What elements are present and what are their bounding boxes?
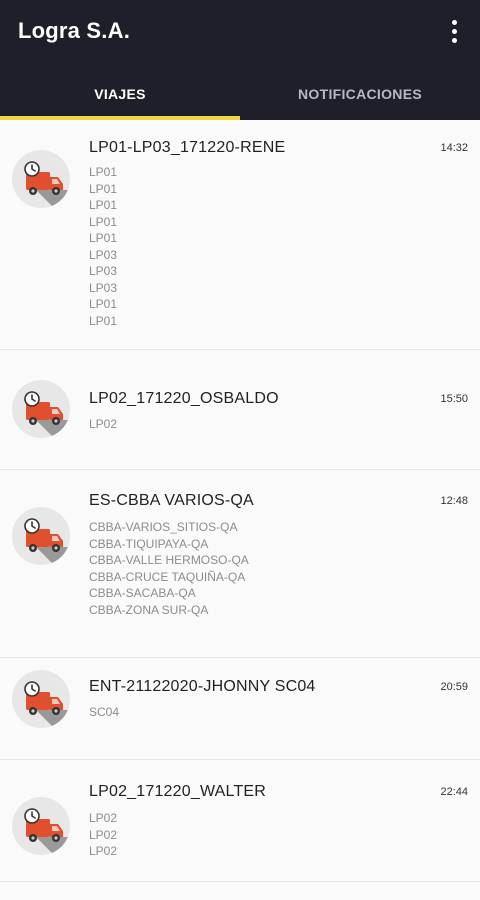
app-title: Logra S.A. <box>18 18 131 43</box>
trip-time: 22:44 <box>440 786 468 798</box>
stop-label: LP02 <box>89 417 118 431</box>
trip-stops: LP01 LP01 LP01 LP01 LP01 LP03 LP03 LP03 … <box>89 164 117 329</box>
stop-label: LP01 <box>89 297 118 311</box>
trip-time: 12:48 <box>440 495 468 507</box>
stop-label: LP01 <box>89 313 118 328</box>
delivery-truck-icon <box>12 797 70 855</box>
tab-notificaciones[interactable]: NOTIFICACIONES <box>240 68 480 120</box>
trip-list-item[interactable]: ENT-21122020-JHONNY SC04 20:59 SC04 <box>0 658 480 760</box>
trip-time: 15:50 <box>440 393 468 405</box>
trip-stops: LP02 LP02 LP02 <box>89 810 117 860</box>
delivery-truck-icon <box>12 150 70 208</box>
stop-label: CBBA-ZONA SUR-QA <box>89 602 209 617</box>
stop-label: CBBA-SACABA-QA <box>89 586 196 600</box>
stop-label: LP01 <box>89 214 118 229</box>
delivery-truck-icon <box>12 380 70 438</box>
stop-label: LP02 <box>89 844 118 858</box>
stop-label: CBBA-CRUCE TAQUIÑA-QA <box>89 569 246 584</box>
stop-label: LP03 <box>89 280 118 295</box>
stop-label: LP01 <box>89 181 118 196</box>
tab-viajes[interactable]: VIAJES <box>0 68 240 120</box>
trip-name: ES-CBBA VARIOS-QA <box>89 492 254 509</box>
trip-list-item[interactable]: LP02_171220_WALTER 22:44 LP02 LP02 LP02 <box>0 760 480 882</box>
stop-label: LP03 <box>89 247 118 262</box>
trip-time: 14:32 <box>440 142 468 154</box>
trip-stops: LP02 <box>89 416 117 433</box>
stop-label: LP02 <box>89 811 118 825</box>
overflow-menu-icon[interactable] <box>442 14 466 48</box>
trip-list-item[interactable]: LP02_171220_OSBALDO 15:50 LP02 <box>0 350 480 470</box>
stop-label: CBBA-TIQUIPAYA-QA <box>89 536 209 551</box>
trip-name: LP02_171220_WALTER <box>89 783 267 800</box>
stop-label: CBBA-VALLE HERMOSO-QA <box>89 553 249 567</box>
trip-name: ENT-21122020-JHONNY SC04 <box>89 678 316 695</box>
trip-stops: CBBA-VARIOS_SITIOS-QA CBBA-TIQUIPAYA-QA … <box>89 519 249 618</box>
trip-list-item[interactable]: ES-CBBA VARIOS-QA 12:48 CBBA-VARIOS_SITI… <box>0 470 480 658</box>
stop-label: LP01 <box>89 231 118 245</box>
trip-list: LP01-LP03_171220-RENE 14:32 LP01 LP01 LP… <box>0 120 480 882</box>
trip-name: LP01-LP03_171220-RENE <box>89 139 286 156</box>
trip-list-item[interactable]: LP01-LP03_171220-RENE 14:32 LP01 LP01 LP… <box>0 120 480 350</box>
stop-label: SC04 <box>89 705 120 719</box>
stop-label: LP02 <box>89 827 118 842</box>
delivery-truck-icon <box>12 670 70 728</box>
trip-stops: SC04 <box>89 704 119 721</box>
trip-time: 20:59 <box>440 681 468 693</box>
trip-name: LP02_171220_OSBALDO <box>89 390 279 407</box>
stop-label: CBBA-VARIOS_SITIOS-QA <box>89 520 238 534</box>
delivery-truck-icon <box>12 507 70 565</box>
stop-label: LP01 <box>89 198 118 212</box>
tab-bar: VIAJES NOTIFICACIONES <box>0 68 480 120</box>
stop-label: LP03 <box>89 264 118 278</box>
stop-label: LP01 <box>89 165 118 179</box>
app-bar: Logra S.A. VIAJES NOTIFICACIONES <box>0 0 480 120</box>
